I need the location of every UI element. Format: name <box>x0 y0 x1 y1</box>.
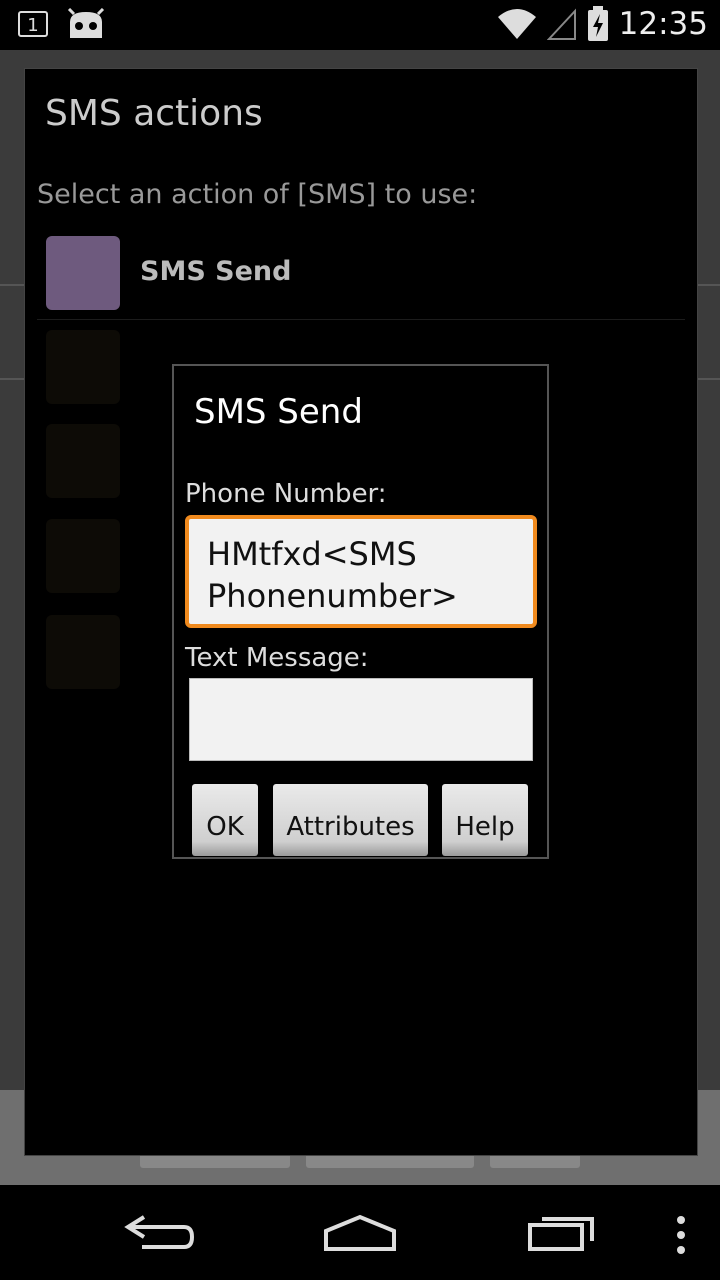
sms-send-icon <box>46 236 120 310</box>
action-item-sms-send[interactable]: SMS Send <box>37 236 685 330</box>
wifi-icon <box>497 9 536 39</box>
phone-number-label: Phone Number: <box>185 479 387 509</box>
action-icon <box>46 424 120 498</box>
phone-number-field[interactable]: HMtfxd<SMS Phonenumber> <box>185 515 537 628</box>
phone-value-line: Phonenumber> <box>207 577 458 615</box>
recents-icon[interactable] <box>526 1211 598 1253</box>
list-divider <box>37 319 685 320</box>
dialog-subtitle: Select an action of [SMS] to use: <box>37 179 478 210</box>
action-icon <box>46 519 120 593</box>
cyanogenmod-android-icon <box>67 8 105 38</box>
signal-icon <box>546 8 576 40</box>
help-button[interactable]: Help <box>442 784 528 856</box>
action-icon <box>46 615 120 689</box>
attributes-button[interactable]: Attributes <box>273 784 428 856</box>
clock: 12:35 <box>618 6 708 42</box>
phone-value-line: HMtfxd<SMS <box>207 535 417 573</box>
action-label: SMS Send <box>140 256 292 287</box>
status-bar: 1 12:35 <box>0 0 720 50</box>
navigation-bar <box>0 1185 720 1280</box>
text-message-field[interactable] <box>189 678 533 761</box>
battery-charging-icon <box>587 6 608 41</box>
menu-icon[interactable] <box>674 1215 688 1255</box>
back-icon[interactable] <box>124 1213 196 1253</box>
status-left: 1 <box>18 8 106 40</box>
action-icon <box>46 330 120 404</box>
home-icon[interactable] <box>322 1213 398 1253</box>
sms-send-dialog: SMS Send Phone Number: HMtfxd<SMS Phonen… <box>172 364 549 859</box>
status-right: 12:35 <box>497 6 708 42</box>
ok-button[interactable]: OK <box>192 784 258 856</box>
dialog-title: SMS actions <box>45 93 263 134</box>
notification-box-icon: 1 <box>18 11 48 37</box>
dialog-title: SMS Send <box>194 392 363 432</box>
text-message-label: Text Message: <box>185 643 369 673</box>
